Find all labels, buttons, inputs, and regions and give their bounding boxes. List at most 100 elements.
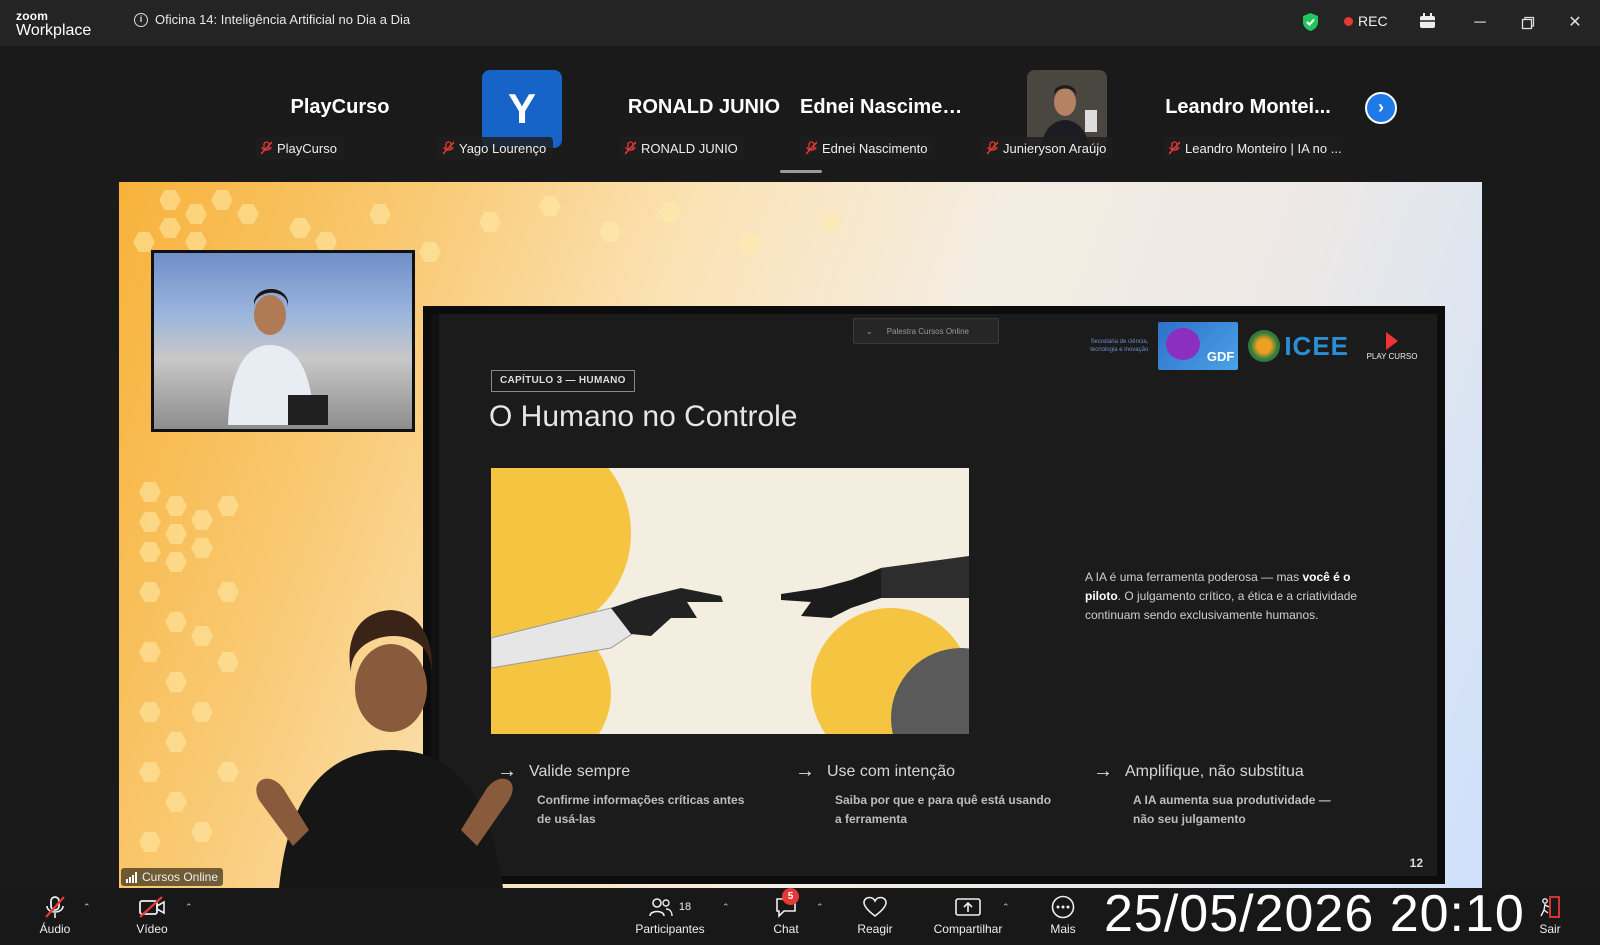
gdf-logo: GDF [1158, 322, 1239, 370]
hexagon-shape [165, 792, 187, 812]
chat-unread-badge: 5 [782, 888, 799, 905]
participants-count: 18 [678, 901, 692, 913]
participant-display-name: Ednei Nascimento [800, 96, 970, 118]
video-off-icon [139, 896, 165, 918]
hexagon-shape [165, 496, 187, 516]
shared-screen[interactable]: ⌄ Palestra Cursos Online Secretaria de c… [119, 182, 1482, 888]
hexagon-shape [139, 762, 161, 782]
leave-button[interactable]: Sair [1536, 894, 1564, 936]
more-dots-icon [1051, 895, 1075, 919]
chat-label: Chat [773, 922, 799, 936]
mic-muted-icon [987, 141, 998, 155]
feature-title: Amplifique, não substitua [1125, 762, 1304, 780]
hexagon-shape [217, 762, 239, 782]
arrow-right-icon: → [1093, 760, 1113, 782]
more-label: Mais [1050, 922, 1076, 936]
share-options-chevron-icon[interactable]: ⌃ [1002, 902, 1010, 913]
feature-item: → Amplifique, não substitua A IA aumenta … [1093, 760, 1353, 829]
signal-bars-icon [126, 871, 137, 883]
security-shield-icon[interactable] [1302, 12, 1319, 32]
participant-tile[interactable]: Junieryson Araújo [981, 56, 1151, 164]
hexagon-shape [191, 510, 213, 530]
leave-label: Sair [1539, 922, 1561, 936]
minimize-icon[interactable]: ─ [1466, 10, 1494, 36]
share-button[interactable]: Compartilhar [928, 894, 1008, 936]
meeting-toolbar: Áudio ⌃ Vídeo ⌃ 18 Participantes ⌃ 5 Cha… [0, 885, 1600, 945]
hexagon-shape [479, 212, 501, 232]
participant-name: RONALD JUNIO [641, 140, 738, 156]
mic-muted-icon [45, 896, 65, 918]
hexagon-shape [139, 542, 161, 562]
participant-tile[interactable]: RONALD JUNIO RONALD JUNIO [619, 56, 789, 164]
feature-body: A IA aumenta sua produtividade — não seu… [1133, 793, 1331, 826]
view-layout-icon[interactable] [1419, 13, 1436, 30]
participant-display-name: RONALD JUNIO [627, 96, 781, 118]
react-button[interactable]: Reagir [852, 894, 898, 936]
playcurso-logo: PLAY CURSO [1359, 331, 1425, 361]
slide-page-number: 12 [1409, 856, 1423, 870]
participant-label: Ednei Nascimento [800, 137, 935, 159]
more-button[interactable]: Mais [1046, 894, 1080, 936]
participants-options-chevron-icon[interactable]: ⌃ [722, 902, 730, 913]
share-source-tag[interactable]: Cursos Online [121, 868, 224, 886]
rec-label: REC [1358, 13, 1388, 29]
hexagon-shape [139, 642, 161, 662]
presenter-camera-inset [151, 250, 415, 432]
hexagon-shape [289, 218, 311, 238]
feature-title: Use com intenção [827, 762, 956, 780]
meeting-info[interactable]: i Oficina 14: Inteligência Artificial no… [134, 12, 410, 27]
next-page-chevron-icon[interactable]: › [1365, 92, 1397, 124]
hexagon-shape [139, 582, 161, 602]
participant-strip: PlayCurso PlayCurso Y Yago Lourenço RONA… [0, 56, 1600, 173]
secretaria-logo: Secretaria de ciência, tecnologia e inov… [1090, 339, 1149, 353]
share-screen-icon [955, 898, 981, 916]
strip-scroll-indicator[interactable] [780, 170, 822, 173]
heart-icon [863, 896, 887, 918]
feature-body: Confirme informações críticas antes de u… [537, 793, 745, 826]
presentation-slide: ⌄ Palestra Cursos Online Secretaria de c… [423, 306, 1445, 884]
zoom-logo: zoom Workplace [16, 10, 91, 39]
participant-display-name: Leandro Montei... [1165, 96, 1331, 118]
hexagon-shape [659, 202, 681, 222]
mic-muted-icon [625, 141, 636, 155]
restore-icon[interactable] [1514, 10, 1542, 36]
hexagon-shape [191, 822, 213, 842]
hexagon-shape [165, 612, 187, 632]
audio-options-chevron-icon[interactable]: ⌃ [83, 902, 91, 913]
audio-button[interactable]: Áudio [34, 894, 76, 936]
person-video-icon [228, 289, 328, 425]
participant-name: Junieryson Araújo [1003, 140, 1107, 156]
hexagon-shape [165, 732, 187, 752]
share-label: Compartilhar [933, 922, 1003, 936]
feature-item: → Valide sempre Confirme informações crít… [497, 760, 757, 829]
slide-menu-label: Palestra Cursos Online [886, 326, 969, 336]
hexagon-shape [419, 242, 441, 262]
hexagon-shape [159, 218, 181, 238]
close-icon[interactable]: ✕ [1561, 10, 1589, 36]
chat-button[interactable]: 5 Chat [768, 888, 804, 936]
video-button[interactable]: Vídeo [130, 894, 174, 936]
timestamp-overlay: 25/05/2026 20:10 [1104, 885, 1525, 943]
slide-menu[interactable]: ⌄ Palestra Cursos Online [853, 318, 999, 344]
mic-muted-icon [261, 141, 272, 155]
chat-options-chevron-icon[interactable]: ⌃ [816, 902, 824, 913]
hexagon-shape [139, 702, 161, 722]
participant-tile[interactable]: PlayCurso PlayCurso [255, 56, 425, 164]
hexagon-shape [159, 190, 181, 210]
share-source-label: Cursos Online [142, 870, 219, 884]
participant-display-name: PlayCurso [290, 96, 390, 118]
participant-tile[interactable]: Y Yago Lourenço [437, 56, 607, 164]
audio-label: Áudio [39, 922, 71, 936]
participant-tile[interactable]: Leandro Montei... Leandro Monteiro | IA … [1163, 56, 1343, 164]
hexagon-shape [191, 538, 213, 558]
video-options-chevron-icon[interactable]: ⌃ [185, 902, 193, 913]
hexagon-shape [191, 702, 213, 722]
video-label: Vídeo [136, 922, 168, 936]
participant-tile[interactable]: Ednei Nascimento Ednei Nascimento [800, 56, 970, 164]
chevron-down-icon[interactable]: ⌄ [866, 327, 873, 336]
participant-label: RONALD JUNIO [619, 137, 745, 159]
info-icon[interactable]: i [134, 12, 148, 27]
participants-button[interactable]: 18 Participantes [632, 894, 708, 936]
recording-indicator[interactable]: REC [1344, 13, 1388, 29]
hexagon-shape [217, 582, 239, 602]
